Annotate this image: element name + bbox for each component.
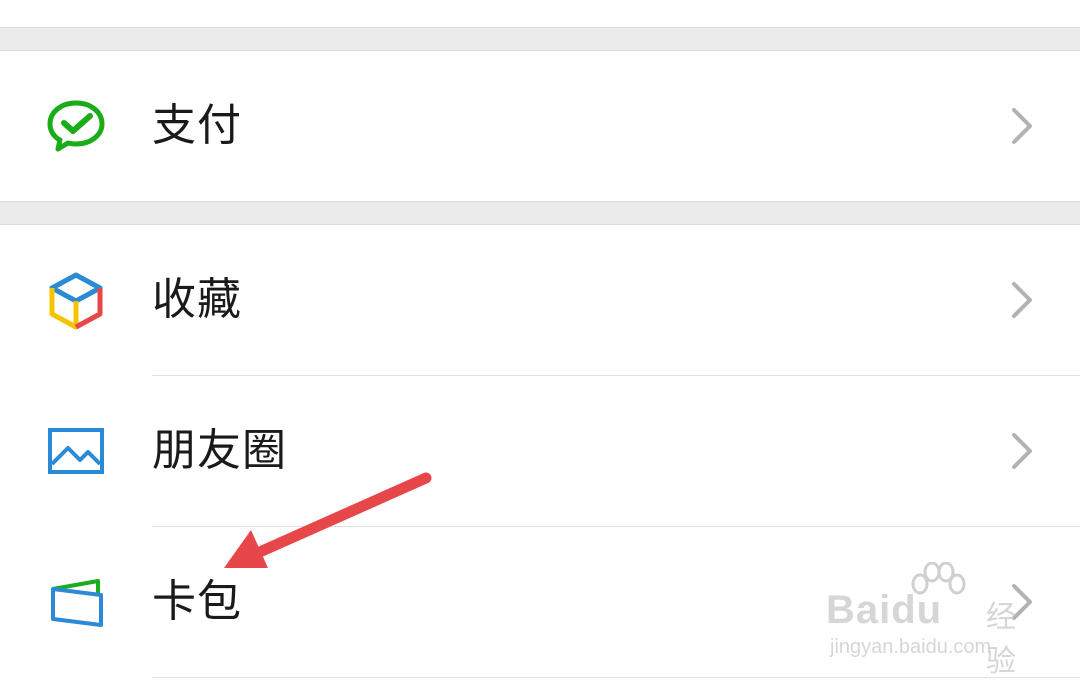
- card-wallet-icon: [46, 573, 106, 633]
- wechat-pay-icon: [46, 97, 106, 157]
- menu-item-label: 卡包: [152, 576, 242, 627]
- favorites-cube-icon: [46, 271, 106, 331]
- section-gap: [0, 201, 1080, 225]
- menu-item-moments[interactable]: 朋友圈: [0, 376, 1080, 526]
- chevron-right-icon: [1006, 431, 1036, 471]
- chevron-right-icon: [1006, 280, 1036, 320]
- chevron-right-icon: [1006, 582, 1036, 622]
- row-divider: [152, 677, 1080, 678]
- chevron-right-icon: [1006, 106, 1036, 146]
- menu-item-pay[interactable]: 支付: [0, 51, 1080, 201]
- section-gap: [0, 27, 1080, 51]
- menu-item-label: 支付: [152, 100, 242, 151]
- moments-picture-icon: [46, 422, 106, 482]
- menu-item-label: 收藏: [152, 274, 242, 325]
- menu-item-label: 朋友圈: [152, 425, 287, 476]
- previous-section-tail: [0, 0, 1080, 27]
- menu-item-card-wallet[interactable]: 卡包: [0, 527, 1080, 677]
- menu-item-favorites[interactable]: 收藏: [0, 225, 1080, 375]
- me-tab-menu: 支付 收藏 朋友圈 卡包 Baidu 经验 jingyan.baidu.com: [0, 0, 1080, 683]
